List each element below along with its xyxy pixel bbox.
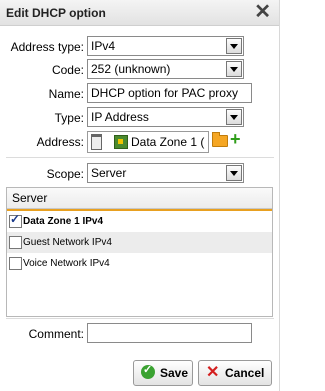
server-row-label: Data Zone 1 IPv4	[23, 216, 104, 227]
address-type-value: IPv4	[91, 39, 116, 53]
address-type-label: Address type:	[10, 40, 84, 54]
name-label: Name:	[48, 87, 84, 101]
comment-row: Comment:	[0, 323, 279, 345]
checkbox[interactable]	[9, 257, 22, 270]
chevron-down-icon[interactable]	[226, 109, 242, 125]
address-label: Address:	[36, 135, 84, 149]
scope-label: Scope:	[46, 167, 84, 181]
code-value: 252 (unknown)	[91, 62, 171, 76]
cancel-button-label: Cancel	[225, 366, 265, 380]
save-button[interactable]: Save	[133, 360, 193, 386]
divider	[6, 157, 274, 158]
edit-dhcp-option-dialog: Edit DHCP option ✕ Address type: IPv4 Co…	[0, 0, 280, 391]
cancel-button[interactable]: ✕ Cancel	[198, 360, 272, 386]
folder-icon[interactable]	[212, 132, 228, 147]
cancel-x-icon: ✕	[206, 364, 220, 381]
save-button-label: Save	[160, 366, 189, 380]
address-field[interactable]: Data Zone 1 (	[87, 131, 209, 153]
server-row-label: Voice Network IPv4	[23, 258, 110, 269]
server-row-voice-network[interactable]: Voice Network IPv4	[7, 253, 272, 274]
name-input[interactable]: DHCP option for PAC proxy	[87, 83, 252, 103]
chevron-down-icon[interactable]	[226, 165, 242, 181]
divider	[6, 318, 274, 319]
name-value: DHCP option for PAC proxy	[91, 86, 238, 100]
type-label: Type:	[54, 111, 84, 125]
type-value: IP Address	[91, 110, 149, 124]
server-panel-title: Server	[12, 191, 48, 205]
address-type-select[interactable]: IPv4	[87, 36, 244, 56]
comment-input[interactable]	[87, 323, 252, 343]
comment-label: Comment:	[28, 327, 84, 341]
code-row: Code: 252 (unknown)	[0, 59, 279, 81]
code-label: Code:	[51, 63, 84, 77]
checkbox-checked[interactable]	[9, 212, 22, 228]
name-row: Name: DHCP option for PAC proxy	[0, 83, 279, 105]
address-value: Data Zone 1 (	[131, 135, 205, 149]
server-panel-header: Server	[7, 188, 272, 209]
trash-icon[interactable]	[91, 134, 102, 150]
scope-row: Scope: Server	[0, 163, 279, 185]
dialog-titlebar: Edit DHCP option ✕	[0, 0, 279, 26]
type-row: Type: IP Address	[0, 107, 279, 129]
address-type-row: Address type: IPv4	[0, 36, 279, 58]
type-select[interactable]: IP Address	[87, 107, 244, 127]
address-row: Address: Data Zone 1 ( +	[0, 130, 279, 153]
dialog-title: Edit DHCP option	[6, 6, 106, 20]
network-zone-icon	[114, 135, 128, 149]
add-icon[interactable]: +	[230, 130, 241, 148]
server-row-guest-network[interactable]: Guest Network IPv4	[7, 232, 272, 253]
scope-value: Server	[91, 166, 127, 180]
chevron-down-icon[interactable]	[226, 61, 242, 77]
checkmark-icon	[141, 363, 155, 379]
server-row-label: Guest Network IPv4	[23, 237, 112, 248]
close-icon[interactable]: ✕	[254, 2, 271, 22]
server-row-data-zone[interactable]: Data Zone 1 IPv4	[7, 209, 272, 232]
scope-select[interactable]: Server	[87, 163, 244, 183]
code-select[interactable]: 252 (unknown)	[87, 59, 244, 79]
server-panel: Server Data Zone 1 IPv4 Guest Network IP…	[6, 187, 273, 317]
chevron-down-icon[interactable]	[226, 38, 242, 54]
checkbox[interactable]	[9, 236, 22, 249]
